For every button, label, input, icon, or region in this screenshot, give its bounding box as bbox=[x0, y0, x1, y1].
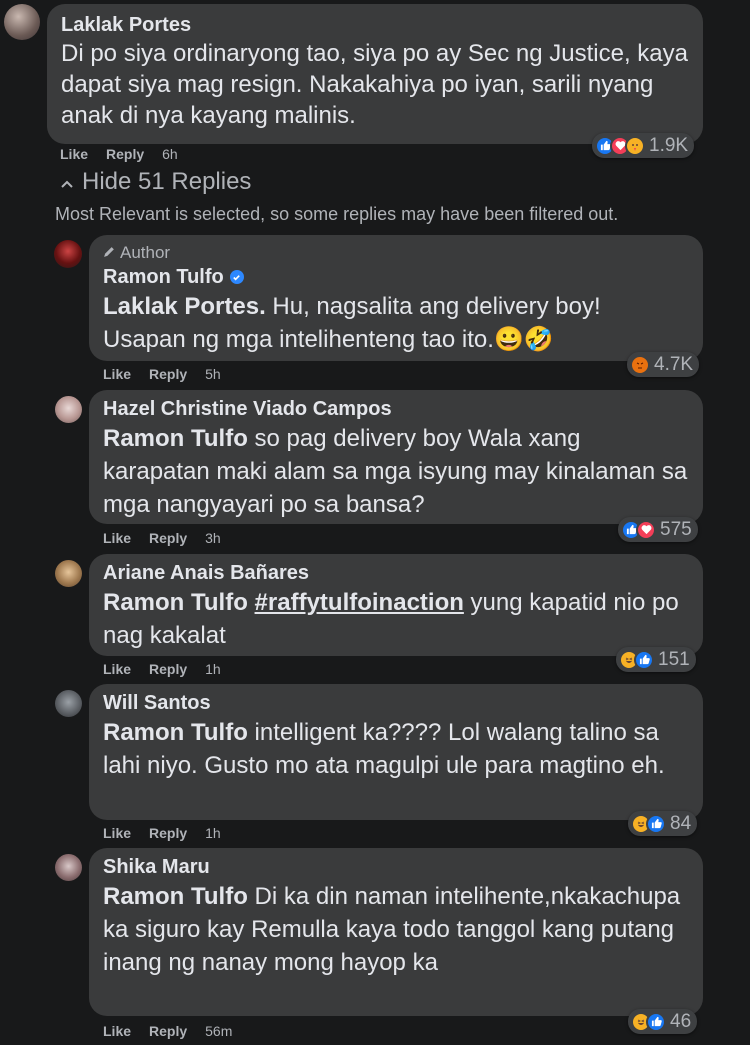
commenter-name[interactable]: Will Santos bbox=[103, 690, 689, 716]
reaction-count: 84 bbox=[670, 812, 692, 834]
filter-note: Most Relevant is selected, so some repli… bbox=[55, 204, 619, 224]
like-button[interactable]: Like bbox=[60, 146, 88, 162]
reply-time[interactable]: 1h bbox=[205, 825, 221, 841]
like-button[interactable]: Like bbox=[103, 530, 131, 546]
like-button[interactable]: Like bbox=[103, 825, 131, 841]
hashtag-link[interactable]: #raffytulfoinaction bbox=[255, 589, 464, 616]
verified-badge-icon bbox=[229, 270, 244, 284]
reply-text: Laklak Portes. Hu, nagsalita ang deliver… bbox=[103, 290, 689, 356]
reply-time[interactable]: 56m bbox=[205, 1023, 232, 1039]
commenter-name[interactable]: Laklak Portes bbox=[61, 12, 689, 38]
reply-bubble: Shika Maru Ramon Tulfo Di ka din naman i… bbox=[89, 848, 703, 1016]
mention[interactable]: Ramon Tulfo bbox=[103, 589, 248, 616]
comment-text: Di po siya ordinaryong tao, siya po ay S… bbox=[61, 40, 688, 129]
reaction-summary[interactable]: 4.7K bbox=[627, 352, 700, 377]
mention[interactable]: Ramon Tulfo bbox=[103, 425, 248, 452]
reply-bubble: Author Ramon Tulfo Laklak Portes. Hu, na… bbox=[89, 235, 703, 361]
reply-actions: Like Reply 1h bbox=[103, 825, 221, 841]
chevron-up-icon bbox=[60, 168, 74, 196]
angry-icon bbox=[630, 354, 650, 375]
reply-button[interactable]: Reply bbox=[149, 366, 187, 382]
like-icon bbox=[646, 1011, 666, 1032]
reaction-summary[interactable]: 1.9K bbox=[592, 133, 695, 158]
hide-replies-button[interactable]: Hide 51 Replies bbox=[60, 168, 251, 196]
reaction-count: 151 bbox=[658, 648, 690, 670]
mention[interactable]: Ramon Tulfo bbox=[103, 719, 248, 746]
reaction-count: 46 bbox=[670, 1010, 692, 1032]
avatar[interactable] bbox=[55, 854, 82, 881]
mention[interactable]: Ramon Tulfo bbox=[103, 883, 248, 910]
reply-bubble: Hazel Christine Viado Campos Ramon Tulfo… bbox=[89, 390, 703, 524]
reply-bubble: Ariane Anais Bañares Ramon Tulfo #raffyt… bbox=[89, 554, 703, 656]
commenter-name-label: Ramon Tulfo bbox=[103, 266, 224, 288]
reply-actions: Like Reply 1h bbox=[103, 661, 221, 677]
commenter-name[interactable]: Ramon Tulfo bbox=[103, 264, 689, 290]
pencil-icon bbox=[103, 242, 116, 264]
author-badge: Author bbox=[103, 242, 689, 264]
mention[interactable]: Laklak Portes. bbox=[103, 293, 266, 320]
like-button[interactable]: Like bbox=[103, 1023, 131, 1039]
reaction-count: 1.9K bbox=[649, 134, 689, 156]
reply-time[interactable]: 5h bbox=[205, 366, 221, 382]
like-icon bbox=[646, 813, 666, 834]
reaction-summary[interactable]: 151 bbox=[616, 647, 696, 672]
like-button[interactable]: Like bbox=[103, 661, 131, 677]
reply-time[interactable]: 1h bbox=[205, 661, 221, 677]
commenter-name[interactable]: Hazel Christine Viado Campos bbox=[103, 396, 689, 422]
comment-actions: Like Reply 6h bbox=[60, 146, 178, 162]
reply-text: Ramon Tulfo intelligent ka???? Lol walan… bbox=[103, 716, 689, 782]
reply-button[interactable]: Reply bbox=[149, 1023, 187, 1039]
care-icon bbox=[625, 135, 645, 156]
like-icon bbox=[634, 649, 654, 670]
reply-actions: Like Reply 3h bbox=[103, 530, 221, 546]
reply-button[interactable]: Reply bbox=[149, 530, 187, 546]
commenter-name[interactable]: Ariane Anais Bañares bbox=[103, 560, 689, 586]
reply-actions: Like Reply 56m bbox=[103, 1023, 232, 1039]
reaction-summary[interactable]: 84 bbox=[628, 811, 698, 836]
commenter-name[interactable]: Shika Maru bbox=[103, 854, 689, 880]
reaction-summary[interactable]: 575 bbox=[618, 517, 698, 542]
avatar[interactable] bbox=[55, 690, 82, 717]
reply-text: Ramon Tulfo Di ka din naman intelihente,… bbox=[103, 880, 689, 979]
reply-actions: Like Reply 5h bbox=[103, 366, 221, 382]
avatar[interactable] bbox=[55, 560, 82, 587]
hide-replies-label: Hide 51 Replies bbox=[82, 168, 252, 195]
comment-bubble: Laklak Portes Di po siya ordinaryong tao… bbox=[47, 4, 703, 144]
author-tag-label: Author bbox=[120, 243, 171, 262]
avatar[interactable] bbox=[55, 396, 82, 423]
comment-time[interactable]: 6h bbox=[162, 146, 178, 162]
reply-text: Ramon Tulfo so pag delivery boy Wala xan… bbox=[103, 422, 689, 521]
reaction-summary[interactable]: 46 bbox=[628, 1009, 698, 1034]
avatar[interactable] bbox=[4, 4, 40, 40]
reaction-count: 575 bbox=[660, 518, 692, 540]
reply-button[interactable]: Reply bbox=[106, 146, 144, 162]
love-icon bbox=[636, 519, 656, 540]
reply-bubble: Will Santos Ramon Tulfo intelligent ka??… bbox=[89, 684, 703, 820]
reply-text: Ramon Tulfo #raffytulfoinaction yung kap… bbox=[103, 586, 689, 652]
avatar[interactable] bbox=[54, 240, 82, 268]
reaction-count: 4.7K bbox=[654, 353, 694, 375]
reply-button[interactable]: Reply bbox=[149, 825, 187, 841]
reply-time[interactable]: 3h bbox=[205, 530, 221, 546]
like-button[interactable]: Like bbox=[103, 366, 131, 382]
reply-button[interactable]: Reply bbox=[149, 661, 187, 677]
